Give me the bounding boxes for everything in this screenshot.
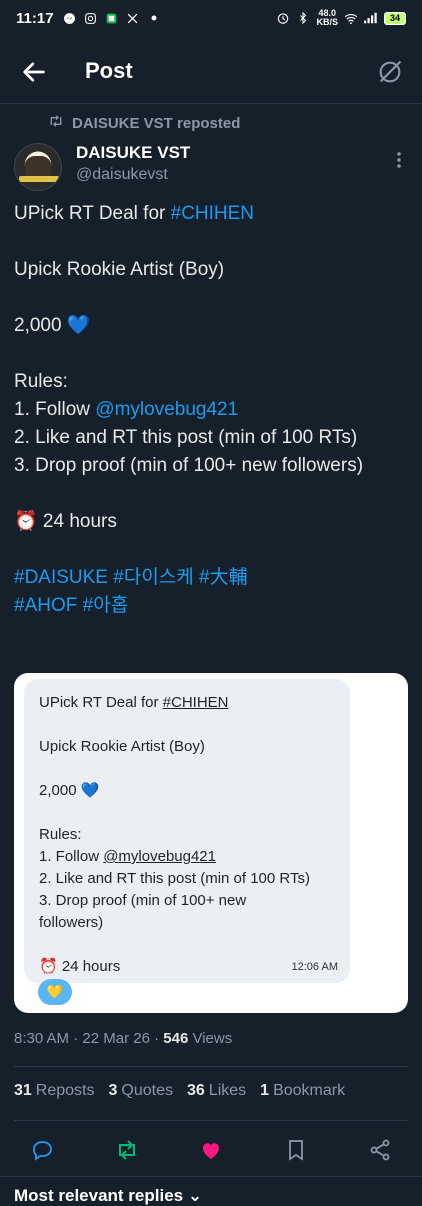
back-arrow-icon[interactable] xyxy=(20,58,48,86)
cell-signal-icon xyxy=(364,11,378,25)
hashtag-link[interactable]: #DAISUKE xyxy=(14,567,108,588)
engagement-stats: 31 Reposts 3 Quotes 36 Likes 1 Bookmark xyxy=(14,1082,345,1100)
post-title-prefix: UPick RT Deal for xyxy=(14,203,171,224)
post-date: 22 Mar 26 xyxy=(82,1030,150,1047)
post-rule-2: 2. Like and RT this post (min of 100 RTs… xyxy=(14,427,358,448)
likes-count: 36 xyxy=(187,1082,205,1099)
media-rule-1: 1. Follow @mylovebug421 xyxy=(39,846,339,868)
post-hashtags-line1: #DAISUKE #다이스케 #大輔 xyxy=(14,564,410,592)
repost-icon[interactable] xyxy=(115,1138,139,1162)
media-line-amount: 2,000 💙 xyxy=(39,782,100,799)
status-bar: 11:17 48.0 KB/S 34 xyxy=(0,0,422,36)
header-divider xyxy=(0,103,422,104)
reply-icon[interactable] xyxy=(30,1138,54,1162)
divider xyxy=(14,1120,408,1121)
quotes-stat[interactable]: 3 Quotes xyxy=(109,1082,174,1100)
hashtag-link[interactable]: #CHIHEN xyxy=(171,203,254,224)
battery-indicator: 34 xyxy=(384,11,406,25)
status-right: 48.0 KB/S 34 xyxy=(276,9,406,27)
post-hashtags-line2: #AHOF #아홉 xyxy=(14,592,410,620)
media-line-category: Upick Rookie Artist (Boy) xyxy=(39,738,205,755)
reposts-count: 31 xyxy=(14,1082,32,1099)
more-options-icon[interactable] xyxy=(394,150,404,170)
share-icon[interactable] xyxy=(368,1138,392,1162)
quotes-label: Quotes xyxy=(121,1082,173,1099)
repost-attribution[interactable]: DAISUKE VST reposted xyxy=(48,114,240,132)
media-mention: @mylovebug421 xyxy=(103,848,216,865)
post-rule-3: 3. Drop proof (min of 100+ new followers… xyxy=(14,455,364,476)
bookmarks-stat[interactable]: 1 Bookmark xyxy=(260,1082,345,1100)
page-title: Post xyxy=(85,58,133,83)
status-left: 11:17 xyxy=(16,10,161,27)
avatar[interactable] xyxy=(14,143,62,191)
media-rules-label: Rules: xyxy=(39,826,82,843)
bookmark-icon[interactable] xyxy=(284,1138,308,1162)
reposts-stat[interactable]: 31 Reposts xyxy=(14,1082,95,1100)
likes-label: Likes xyxy=(208,1082,247,1099)
reaction-badge: 💛 xyxy=(38,979,72,1005)
post-line-title: UPick RT Deal for #CHIHEN xyxy=(14,200,410,228)
action-bar xyxy=(0,1130,422,1170)
meta-separator: · xyxy=(73,1030,79,1047)
media-rule1-prefix: 1. Follow xyxy=(39,848,104,865)
hashtag-link[interactable]: #AHOF xyxy=(14,595,77,616)
bookmarks-count: 1 xyxy=(260,1082,270,1099)
views-label[interactable]: Views xyxy=(192,1030,232,1047)
media-hashtag: #CHIHEN xyxy=(162,694,229,711)
author-handle[interactable]: @daisukevst xyxy=(76,166,168,184)
post-meta: 8:30 AM · 22 Mar 26 · 546 Views xyxy=(14,1030,232,1047)
media-title-prefix: UPick RT Deal for xyxy=(39,694,163,711)
quotes-count: 3 xyxy=(108,1082,118,1099)
likes-stat[interactable]: 36 Likes xyxy=(187,1082,246,1100)
post-rule-1: 1. Follow @mylovebug421 xyxy=(14,396,410,424)
avatar-band xyxy=(19,176,59,182)
wifi-icon xyxy=(344,11,358,25)
status-time: 11:17 xyxy=(16,9,54,27)
media-rule-2: 2. Like and RT this post (min of 100 RTs… xyxy=(39,870,310,887)
hashtag-link[interactable]: #大輔 xyxy=(199,567,248,588)
repost-small-icon xyxy=(48,114,64,132)
post-media-image[interactable]: UPick RT Deal for #CHIHEN Upick Rookie A… xyxy=(14,673,408,1013)
grok-icon[interactable] xyxy=(376,58,404,86)
post-rules-label: Rules: xyxy=(14,371,68,392)
mention-link[interactable]: @mylovebug421 xyxy=(95,399,238,420)
like-heart-icon[interactable] xyxy=(199,1138,223,1162)
x-logo-icon xyxy=(126,11,140,25)
replies-sort-label[interactable]: Most relevant replies ⌄ xyxy=(14,1186,202,1206)
author-name[interactable]: DAISUKE VST xyxy=(76,143,190,163)
post-text: UPick RT Deal for #CHIHEN Upick Rookie A… xyxy=(14,200,410,620)
views-count[interactable]: 546 xyxy=(163,1030,188,1047)
chat-bubble: UPick RT Deal for #CHIHEN Upick Rookie A… xyxy=(24,679,350,983)
more-notifications-dot-icon xyxy=(147,11,161,25)
media-rule-3a: 3. Drop proof (min of 100+ new xyxy=(39,892,247,909)
network-speed: 48.0 KB/S xyxy=(316,9,338,27)
chat-bubble-text: UPick RT Deal for #CHIHEN Upick Rookie A… xyxy=(39,692,339,978)
repost-label: DAISUKE VST reposted xyxy=(72,114,241,132)
app-notification-icon xyxy=(105,11,119,25)
hashtag-link[interactable]: #다이스케 xyxy=(113,567,194,588)
media-rule-3b: followers) xyxy=(39,914,104,931)
post-time: 8:30 AM xyxy=(14,1030,70,1047)
avatar-figure xyxy=(25,156,51,178)
post-duration: ⏰ 24 hours xyxy=(14,511,117,532)
alarm-icon xyxy=(276,11,290,25)
chat-timestamp: 12:06 AM xyxy=(291,961,338,973)
instagram-icon xyxy=(84,11,98,25)
divider xyxy=(0,1176,422,1177)
post-line-amount: 2,000 💙 xyxy=(14,315,91,336)
top-app-bar: Post xyxy=(0,48,422,96)
media-line-title: UPick RT Deal for #CHIHEN xyxy=(39,692,339,714)
divider xyxy=(14,1066,408,1067)
hashtag-link[interactable]: #아홉 xyxy=(83,595,129,616)
bluetooth-icon xyxy=(296,11,310,25)
rule1-prefix: 1. Follow xyxy=(14,399,96,420)
bookmarks-label: Bookmark xyxy=(273,1082,346,1099)
reposts-label: Reposts xyxy=(35,1082,95,1099)
messenger-icon xyxy=(63,11,77,25)
network-speed-unit: KB/S xyxy=(316,17,338,27)
meta-separator: · xyxy=(154,1030,160,1047)
post-line-category: Upick Rookie Artist (Boy) xyxy=(14,259,225,280)
